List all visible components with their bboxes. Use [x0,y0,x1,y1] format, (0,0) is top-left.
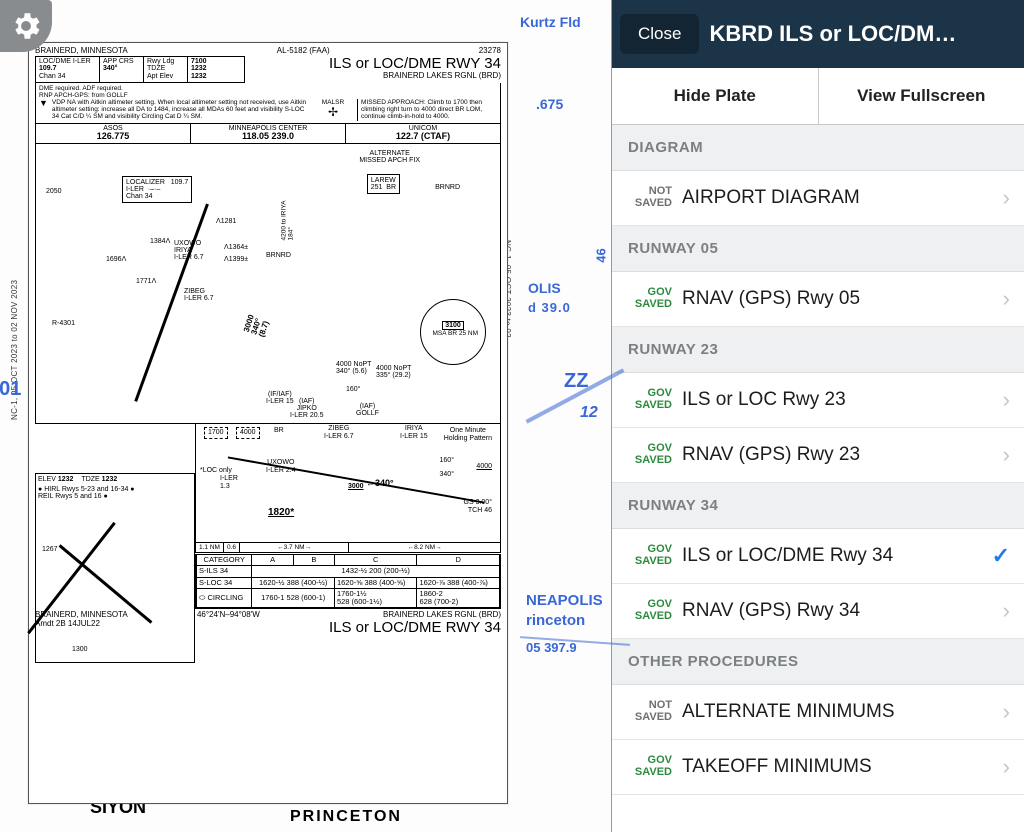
save-tag: GOV SAVED [626,544,672,567]
section-rwy23: RUNWAY 23 [612,327,1024,373]
hide-plate-button[interactable]: Hide Plate [612,68,819,124]
chevron-right-icon: › [1003,387,1010,413]
chevron-right-icon: › [1003,699,1010,725]
chevron-right-icon: › [1003,185,1010,211]
profile-view: 1700 4000 BR ZIBEG I-LER 6.7 IRIYA I-LER… [195,423,501,553]
save-tag: GOV SAVED [626,755,672,778]
row-airport-diagram[interactable]: NOT SAVED AIRPORT DIAGRAM › [612,171,1024,226]
save-tag: NOT SAVED [626,186,672,209]
map-label-12: 12 [580,404,598,422]
chevron-right-icon: › [1003,598,1010,624]
check-icon: ✓ [992,543,1010,569]
chevron-right-icon: › [1003,286,1010,312]
view-fullscreen-button[interactable]: View Fullscreen [819,68,1024,124]
map-label-princeton: rinceton [526,612,585,629]
row-takeoff-minimums[interactable]: GOV SAVED TAKEOFF MINIMUMS › [612,740,1024,795]
chevron-right-icon: › [1003,442,1010,468]
row-ils-loc-23[interactable]: GOV SAVED ILS or LOC Rwy 23 › [612,373,1024,428]
row-rnav-23[interactable]: GOV SAVED RNAV (GPS) Rwy 23 › [612,428,1024,483]
section-rwy34: RUNWAY 34 [612,483,1024,529]
plate-al: AL-5182 (FAA) [277,47,330,56]
save-tag: GOV SAVED [626,287,672,310]
plate-list-panel: Close KBRD ILS or LOC/DM… Hide Plate Vie… [612,0,1024,832]
map-label-d390: d 39.0 [528,300,571,315]
map-label-olis: OLIS [528,280,561,296]
chevron-right-icon: › [1003,754,1010,780]
plate-city: BRAINERD, MINNESOTA [35,47,128,56]
map-label-kurtz: Kurtz Fld [520,14,581,30]
locdme: LOC/DME I-LER [39,58,91,65]
map-area[interactable]: Kurtz Fld .675 OLIS d 39.0 ZZ 12 46 NEAP… [0,0,612,832]
gear-icon [9,9,43,43]
map-label-neapolis: NEAPOLIS [526,592,603,609]
save-tag: GOV SAVED [626,599,672,622]
plate-proc-title: ILS or LOC/DME RWY 34 [249,56,501,73]
row-ils-loc-dme-34[interactable]: GOV SAVED ILS or LOC/DME Rwy 34 ✓ [612,529,1024,584]
airport-sketch: ELEV 1232TDZE 1232 ● HIRL Rwys 5-23 and … [35,473,195,663]
close-button[interactable]: Close [620,14,699,54]
minimums-table: CATEGORYABCD S-ILS 341432-½ 200 (200-½) … [195,554,501,609]
map-label-05: 05 397.9 [526,640,577,655]
approach-plate[interactable]: BRAINERD, MINNESOTA AL-5182 (FAA) 23278 … [28,42,508,804]
row-rnav-34[interactable]: GOV SAVED RNAV (GPS) Rwy 34 › [612,584,1024,639]
save-tag: GOV SAVED [626,443,672,466]
map-label-301: 301 [0,378,21,401]
row-rnav-05[interactable]: GOV SAVED RNAV (GPS) Rwy 05 › [612,272,1024,327]
map-label-46: 46 [594,248,609,262]
section-rwy05: RUNWAY 05 [612,226,1024,272]
plate-list[interactable]: DIAGRAM NOT SAVED AIRPORT DIAGRAM › RUNW… [612,125,1024,832]
map-label-princeton2: PRINCETON [290,808,402,826]
plan-view: LOCALIZER 109.7 I-LER ·–·– Chan 34 2050 … [35,144,501,424]
nav-title: KBRD ILS or LOC/DM… [709,21,1016,47]
save-tag: GOV SAVED [626,388,672,411]
map-label-675: .675 [536,96,563,112]
save-tag: NOT SAVED [626,700,672,723]
map-label-zz: ZZ [564,370,588,393]
plate-airport: BRAINERD LAKES RGNL (BRD) [249,72,501,81]
section-other: OTHER PROCEDURES [612,639,1024,685]
toolbar: Hide Plate View Fullscreen [612,68,1024,125]
section-diagram: DIAGRAM [612,125,1024,171]
navbar: Close KBRD ILS or LOC/DM… [612,0,1024,68]
row-alternate-minimums[interactable]: NOT SAVED ALTERNATE MINIMUMS › [612,685,1024,740]
